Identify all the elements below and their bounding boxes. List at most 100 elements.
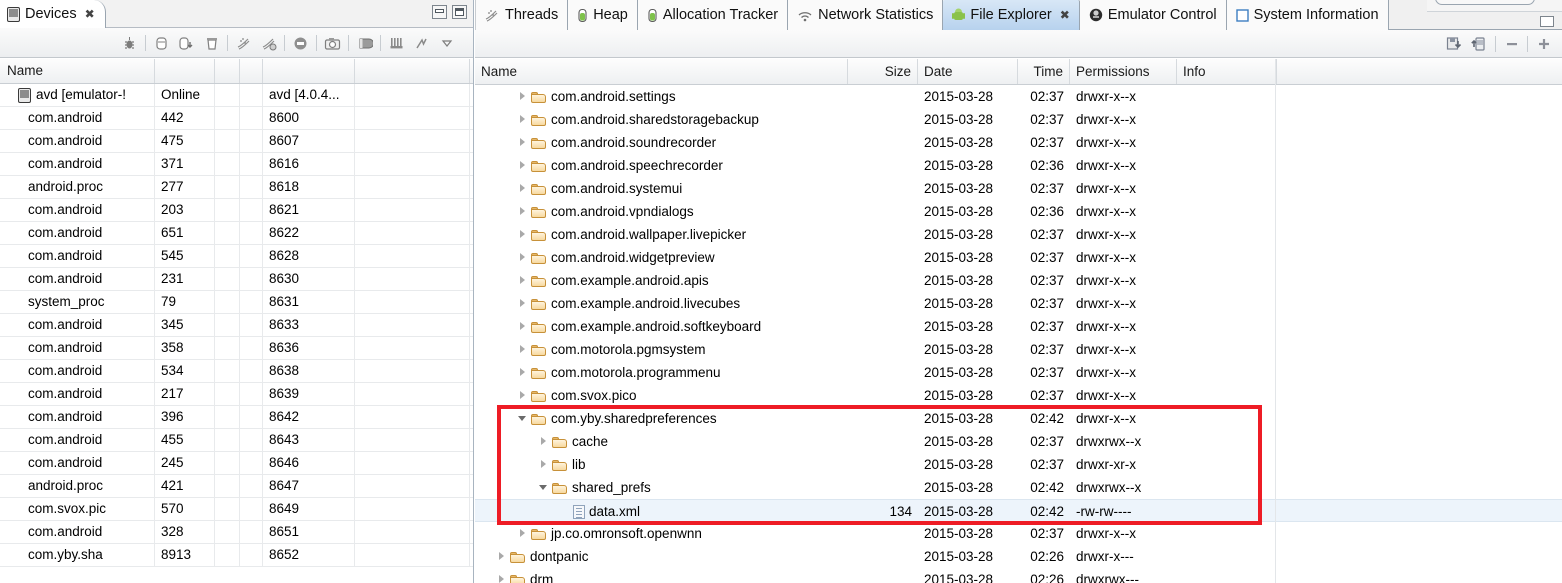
chevron-down-icon[interactable] (518, 414, 527, 423)
chevron-right-icon[interactable] (518, 368, 527, 377)
dump-view-hierarchy-icon[interactable] (352, 29, 377, 57)
file-row[interactable]: com.android.settings 2015-03-28 02:37 drwxr… (475, 85, 1562, 108)
devices-column-header[interactable] (355, 59, 470, 83)
devices-column-header[interactable] (215, 59, 240, 83)
chevron-down-icon[interactable] (539, 483, 548, 492)
file-row[interactable]: com.android.speechrecorder 2015-03-28 02:3… (475, 154, 1562, 177)
chevron-right-icon[interactable] (518, 299, 527, 308)
file-row[interactable]: drm 2015-03-28 02:26 drwxrwx--- (475, 568, 1562, 583)
view-menu-icon[interactable] (434, 29, 459, 57)
devices-column-header[interactable] (263, 59, 355, 83)
devices-table-row[interactable]: com.android 328 8651 (0, 521, 473, 544)
tab-devices[interactable]: Devices ✖ (0, 0, 106, 28)
devices-table-row[interactable]: avd [emulator-! Online avd [4.0.4... (0, 84, 473, 107)
chevron-right-icon[interactable] (518, 253, 527, 262)
devices-table-row[interactable]: com.android 371 8616 (0, 153, 473, 176)
chevron-right-icon[interactable] (497, 552, 506, 561)
file-column-header-permissions[interactable]: Permissions (1070, 59, 1177, 84)
devices-table-row[interactable]: com.android 455 8643 (0, 429, 473, 452)
maximize-button[interactable] (452, 5, 467, 19)
devices-table-row[interactable]: com.android 396 8642 (0, 406, 473, 429)
devices-table-row[interactable]: com.android 475 8607 (0, 130, 473, 153)
devices-table-row[interactable]: android.proc 277 8618 (0, 176, 473, 199)
file-column-header-name[interactable]: Name (475, 59, 848, 84)
file-column-header-size[interactable]: Size (848, 59, 918, 84)
chevron-right-icon[interactable] (518, 92, 527, 101)
pull-file-icon[interactable] (1442, 30, 1467, 58)
devices-table-row[interactable]: android.proc 421 8647 (0, 475, 473, 498)
close-icon[interactable]: ✖ (1060, 8, 1070, 22)
screen-capture-icon[interactable] (320, 29, 345, 57)
tab-threads[interactable]: Threads (475, 0, 569, 30)
minimize-button[interactable] (432, 5, 447, 19)
file-row[interactable]: com.yby.sharedpreferences 2015-03-28 02:42… (475, 407, 1562, 430)
devices-column-header[interactable]: Name (0, 59, 155, 83)
file-row[interactable]: com.android.wallpaper.livepicker 2015-03-… (475, 223, 1562, 246)
tab-heap[interactable]: Heap (568, 0, 638, 30)
file-row[interactable]: com.android.vpndialogs 2015-03-28 02:36 drw… (475, 200, 1562, 223)
devices-table-row[interactable]: com.android 651 8622 (0, 222, 473, 245)
devices-column-header[interactable] (240, 59, 263, 83)
devices-table-row[interactable]: com.yby.sha 8913 8652 (0, 544, 473, 567)
chevron-right-icon[interactable] (518, 322, 527, 331)
chevron-right-icon[interactable] (497, 575, 506, 583)
file-row[interactable]: data.xml 134 2015-03-28 02:42 -rw-rw---- (475, 499, 1562, 522)
devices-table-row[interactable]: com.android 217 8639 (0, 383, 473, 406)
chevron-right-icon[interactable] (518, 115, 527, 124)
devices-table-row[interactable]: com.android 245 8646 (0, 452, 473, 475)
start-method-profiling-icon[interactable] (256, 29, 281, 57)
debug-process-icon[interactable] (117, 29, 142, 57)
chevron-right-icon[interactable] (518, 276, 527, 285)
update-threads-icon[interactable] (231, 29, 256, 57)
file-row[interactable]: com.example.android.apis 2015-03-28 02:37 d… (475, 269, 1562, 292)
tab-emulator-control[interactable]: Emulator Control (1079, 0, 1227, 30)
file-row[interactable]: com.motorola.pgmsystem 2015-03-28 02:37 drw… (475, 338, 1562, 361)
devices-table-row[interactable]: com.android 203 8621 (0, 199, 473, 222)
file-column-header-time[interactable]: Time (1018, 59, 1070, 84)
chevron-right-icon[interactable] (518, 184, 527, 193)
devices-table-row[interactable]: com.svox.pic 570 8649 (0, 498, 473, 521)
file-row[interactable]: com.example.android.softkeyboard 2015-03-… (475, 315, 1562, 338)
devices-table-row[interactable]: com.android 358 8636 (0, 337, 473, 360)
file-column-header-date[interactable]: Date (918, 59, 1018, 84)
chevron-right-icon[interactable] (518, 207, 527, 216)
capture-opengl-icon[interactable] (384, 29, 409, 57)
tab-allocation-tracker[interactable]: Allocation Tracker (637, 0, 789, 30)
chevron-right-icon[interactable] (518, 161, 527, 170)
systrace-icon[interactable] (409, 29, 434, 57)
devices-table-row[interactable]: system_proc 79 8631 (0, 291, 473, 314)
close-icon[interactable]: ✖ (85, 7, 95, 21)
tab-network-statistics[interactable]: Network Statistics (788, 0, 944, 30)
chevron-right-icon[interactable] (518, 529, 527, 538)
devices-column-header[interactable] (155, 59, 215, 83)
file-row[interactable]: lib 2015-03-28 02:37 drwxr-xr-x (475, 453, 1562, 476)
chevron-right-icon[interactable] (518, 138, 527, 147)
push-file-icon[interactable] (1467, 30, 1492, 58)
devices-table-row[interactable]: com.android 345 8633 (0, 314, 473, 337)
chevron-right-icon[interactable] (539, 437, 548, 446)
devices-table-row[interactable]: com.android 442 8600 (0, 107, 473, 130)
file-row[interactable]: com.example.android.livecubes 2015-03-28 0… (475, 292, 1562, 315)
update-heap-icon[interactable] (149, 29, 174, 57)
file-row[interactable]: cache 2015-03-28 02:37 drwxrwx--x (475, 430, 1562, 453)
file-row[interactable]: com.android.systemui 2015-03-28 02:37 drwxr… (475, 177, 1562, 200)
cause-gc-icon[interactable] (199, 29, 224, 57)
file-row[interactable]: jp.co.omronsoft.openwnn 2015-03-28 02:37 dr… (475, 522, 1562, 545)
chevron-right-icon[interactable] (518, 391, 527, 400)
devices-table-row[interactable]: com.android 545 8628 (0, 245, 473, 268)
file-row[interactable]: com.android.widgetpreview 2015-03-28 02:37… (475, 246, 1562, 269)
tab-system-information[interactable]: System Information (1226, 0, 1389, 30)
delete-icon[interactable] (1499, 30, 1524, 58)
restore-button[interactable] (1540, 16, 1554, 27)
new-folder-icon[interactable] (1531, 30, 1556, 58)
file-row[interactable]: shared_prefs 2015-03-28 02:42 drwxrwx--x (475, 476, 1562, 499)
devices-table-row[interactable]: com.android 534 8638 (0, 360, 473, 383)
file-row[interactable]: com.svox.pico 2015-03-28 02:37 drwxr-x--x (475, 384, 1562, 407)
tab-file-explorer[interactable]: File Explorer ✖ (943, 0, 1080, 30)
dump-hprof-icon[interactable] (174, 29, 199, 57)
file-column-header-info[interactable]: Info (1177, 59, 1277, 84)
chevron-right-icon[interactable] (539, 460, 548, 469)
chevron-right-icon[interactable] (518, 345, 527, 354)
file-row[interactable]: com.android.sharedstoragebackup 2015-03-2… (475, 108, 1562, 131)
file-row[interactable]: com.motorola.programmenu 2015-03-28 02:37 d… (475, 361, 1562, 384)
